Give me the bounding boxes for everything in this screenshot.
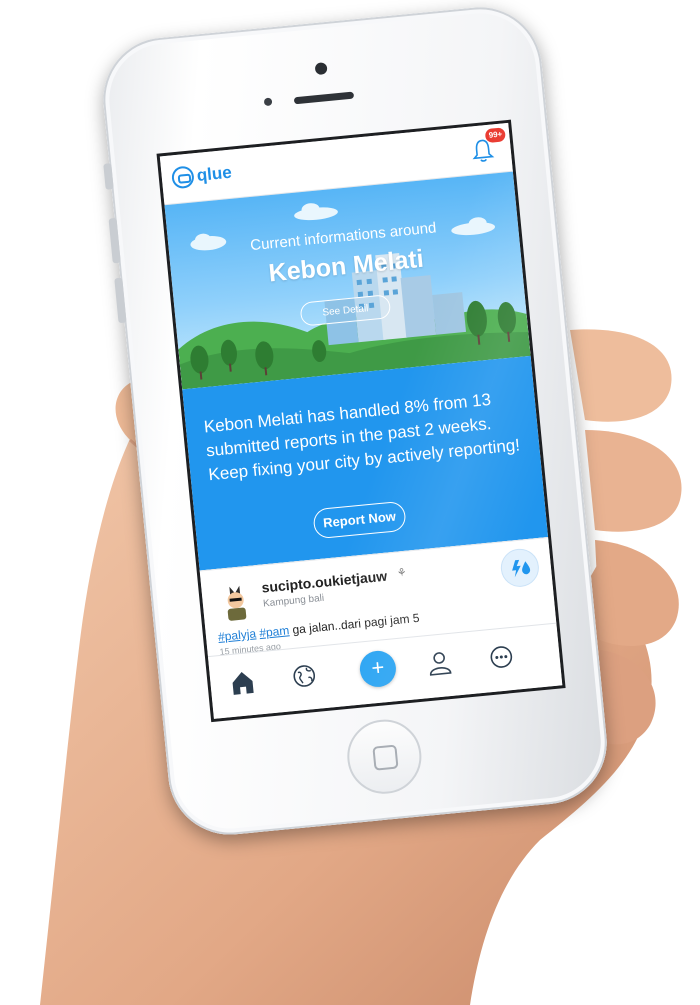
report-stat-panel: Kebon Melati has handled 8% from 13 subm… — [182, 355, 549, 571]
qlue-logo-icon — [170, 165, 195, 190]
more-icon[interactable] — [486, 642, 519, 675]
location-hero: Current informations around Kebon Melati… — [164, 171, 531, 390]
front-camera — [314, 62, 328, 76]
qlue-logo[interactable]: qlue — [170, 162, 233, 190]
app-screen: qlue 99+ Current informations around Keb… — [156, 119, 566, 723]
notification-count-badge: 99+ — [485, 127, 506, 144]
add-report-button[interactable]: + — [358, 649, 398, 689]
water-drop-lightning-icon[interactable] — [499, 547, 541, 589]
report-now-button[interactable]: Report Now — [312, 500, 407, 540]
home-button-square-icon — [372, 744, 399, 771]
post-body: ga jalan..dari pagi jam 5 — [291, 610, 421, 637]
avatar[interactable] — [217, 583, 254, 624]
cloud-icon — [294, 203, 338, 221]
home-icon[interactable] — [227, 666, 260, 699]
hashtag-link[interactable]: #palyja — [217, 626, 256, 644]
hashtag-link[interactable]: #pam — [259, 623, 290, 640]
home-button[interactable] — [343, 716, 425, 798]
phone-body: qlue 99+ Current informations around Keb… — [97, 1, 613, 841]
post-username[interactable]: sucipto.oukietjauw — [261, 568, 388, 596]
logo-text: qlue — [195, 162, 233, 185]
profile-icon[interactable] — [424, 647, 457, 680]
mute-switch — [103, 163, 114, 190]
proximity-sensor — [263, 97, 273, 107]
globe-icon[interactable] — [289, 661, 322, 694]
winged-badge-icon: ⚘ — [396, 566, 408, 580]
post-location: Kampung bali — [262, 592, 325, 610]
phone-device: qlue 99+ Current informations around Keb… — [97, 0, 634, 860]
earpiece-speaker — [293, 91, 355, 105]
report-stat-message: Kebon Melati has handled 8% from 13 subm… — [203, 389, 521, 485]
